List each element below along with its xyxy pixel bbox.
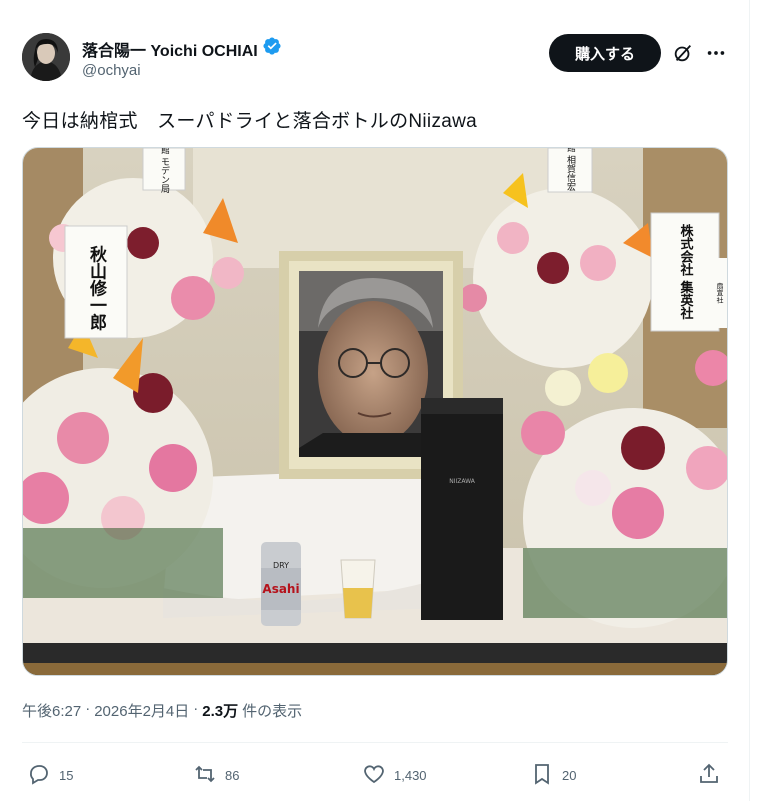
separator: · <box>193 700 199 717</box>
placard-right-top: 小学館 相賀信宏 <box>565 148 576 192</box>
tweet-meta: 午後6:27 · 2026年2月4日 · 2.3万 件の表示 <box>22 700 302 721</box>
tweet-date[interactable]: 2026年2月4日 <box>94 700 189 721</box>
like-button[interactable]: 1,430 <box>362 762 427 789</box>
reply-count: 15 <box>59 768 74 783</box>
svg-text:NIIZAWA: NIIZAWA <box>449 478 476 485</box>
buy-button[interactable]: 購入する <box>549 34 661 72</box>
like-count: 1,430 <box>394 768 427 783</box>
verified-badge-icon <box>262 36 282 61</box>
reply-icon <box>27 762 51 789</box>
grok-icon[interactable] <box>672 42 694 64</box>
author-handle[interactable]: @ochyai <box>82 62 141 79</box>
reply-button[interactable]: 15 <box>27 762 73 789</box>
placard-far-right: 扇宣社 <box>716 282 724 305</box>
separator: · <box>85 700 91 717</box>
bookmark-icon <box>530 762 554 789</box>
author-display-name[interactable]: 落合陽一 Yoichi OCHIAI <box>82 37 258 61</box>
placard-left: 秋山修一郎 <box>86 244 108 331</box>
heart-icon <box>362 762 386 789</box>
tweet-time[interactable]: 午後6:27 <box>22 700 81 721</box>
repost-count: 86 <box>225 768 240 783</box>
can-label: Asahi <box>262 582 299 596</box>
avatar[interactable] <box>22 33 70 81</box>
views-count: 2.3万 <box>202 703 239 720</box>
can-sub: DRY <box>273 561 289 570</box>
divider <box>22 742 728 743</box>
column-divider <box>749 0 750 801</box>
views-label: 件の表示 <box>242 703 303 720</box>
action-bar: 15 86 1,430 20 <box>22 762 728 792</box>
repost-button[interactable]: 86 <box>193 762 239 789</box>
more-options-icon[interactable] <box>705 42 727 64</box>
placard-right: 株式会社 集英社 <box>678 224 695 321</box>
photo-illustration: 秋山修一郎 小学館 モデン局 小学館 相賀信宏 株式会社 集英社 扇宣社 NII… <box>23 148 727 675</box>
repost-icon <box>193 762 217 789</box>
tweet-photo[interactable]: 秋山修一郎 小学館 モデン局 小学館 相賀信宏 株式会社 集英社 扇宣社 NII… <box>22 147 728 676</box>
bookmark-count: 20 <box>562 768 577 783</box>
placard-left-top: 小学館 モデン局 <box>159 148 170 194</box>
bookmark-button[interactable]: 20 <box>530 762 576 789</box>
share-button[interactable] <box>697 762 721 789</box>
share-icon <box>697 762 721 789</box>
tweet-text: 今日は納棺式 スーパドライと落合ボトルのNiizawa <box>22 111 477 132</box>
